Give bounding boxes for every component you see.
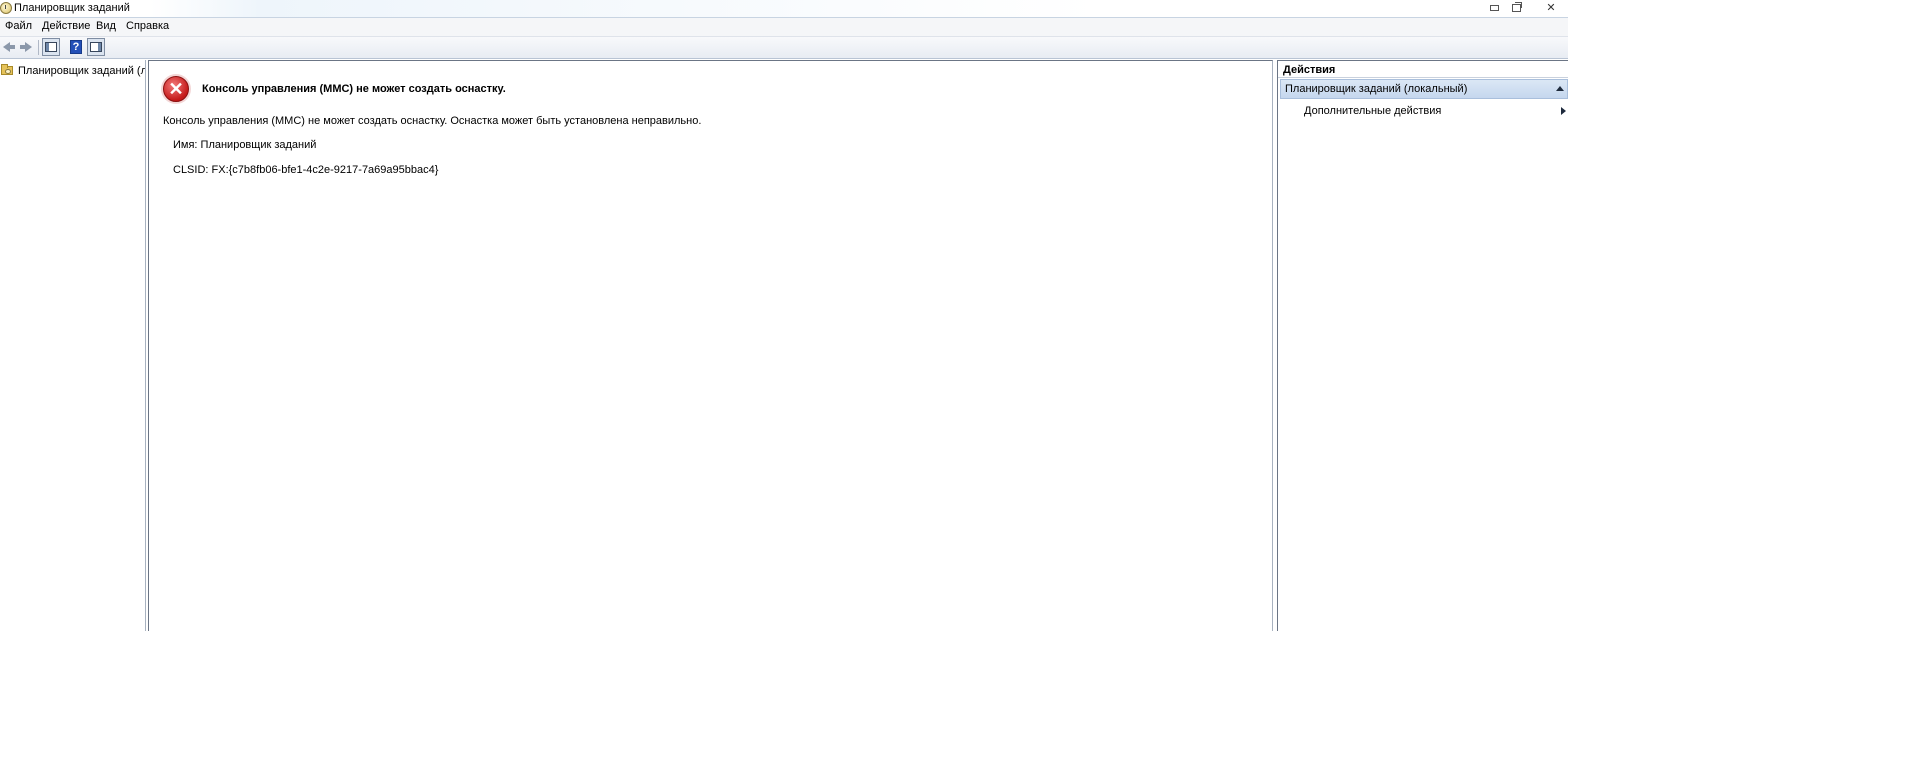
console-tree-pane: Планировщик заданий (лок xyxy=(0,60,146,631)
menu-bar: Файл Действие Вид Справка xyxy=(0,18,1568,37)
show-hide-action-pane-button[interactable] xyxy=(87,38,105,56)
back-arrow-icon xyxy=(3,42,10,52)
more-actions-item[interactable]: Дополнительные действия xyxy=(1304,103,1566,119)
snapin-clsid: CLSID: FX:{c7b8fb06-bfe1-4c2e-9217-7a69a… xyxy=(173,164,439,176)
menu-action[interactable]: Действие xyxy=(42,20,90,32)
submenu-arrow-icon xyxy=(1561,107,1566,115)
show-hide-action-pane-icon xyxy=(90,42,102,52)
menu-view[interactable]: Вид xyxy=(96,20,116,32)
help-icon: ? xyxy=(72,41,80,53)
minimize-icon xyxy=(1489,4,1499,11)
actions-group-label: Планировщик заданий (локальный) xyxy=(1285,83,1468,95)
actions-pane: Действия Планировщик заданий (локальный)… xyxy=(1277,60,1568,631)
show-hide-console-tree-button[interactable] xyxy=(42,38,60,56)
tree-item-label: Планировщик заданий (лок xyxy=(18,64,146,77)
toolbar: ? xyxy=(0,37,1568,59)
error-title: Консоль управления (MMC) не может создат… xyxy=(202,83,506,95)
task-scheduler-clock-icon xyxy=(0,2,12,14)
more-actions-label: Дополнительные действия xyxy=(1304,105,1442,117)
close-icon: ✕ xyxy=(1546,2,1556,14)
title-bar: Планировщик заданий ✕ xyxy=(0,0,1568,18)
collapse-icon[interactable] xyxy=(1556,86,1564,91)
folder-icon xyxy=(1,64,13,75)
show-hide-console-tree-icon xyxy=(45,42,57,52)
error-description: Консоль управления (MMC) не может создат… xyxy=(163,115,702,127)
help-button[interactable]: ? xyxy=(70,40,82,54)
toolbar-separator xyxy=(38,40,39,55)
error-icon: ✕ xyxy=(163,76,189,102)
tree-item-task-scheduler[interactable]: Планировщик заданий (лок xyxy=(1,63,146,78)
result-pane: ✕ Консоль управления (MMC) не может созд… xyxy=(148,60,1273,631)
forward-button[interactable] xyxy=(18,39,34,55)
close-button[interactable]: ✕ xyxy=(1538,0,1564,15)
restore-icon xyxy=(1511,1,1522,12)
menu-help[interactable]: Справка xyxy=(126,20,169,32)
actions-group-task-scheduler[interactable]: Планировщик заданий (локальный) xyxy=(1280,79,1568,99)
menu-file[interactable]: Файл xyxy=(5,20,32,32)
restore-button[interactable] xyxy=(1506,0,1526,15)
window-title: Планировщик заданий xyxy=(14,2,130,14)
snapin-name: Имя: Планировщик заданий xyxy=(173,139,317,151)
forward-arrow-icon xyxy=(25,42,32,52)
actions-header: Действия xyxy=(1278,60,1568,78)
mmc-window: Планировщик заданий ✕ Файл Действие Вид … xyxy=(0,0,1568,631)
back-button[interactable] xyxy=(1,39,17,55)
minimize-button[interactable] xyxy=(1484,0,1504,15)
